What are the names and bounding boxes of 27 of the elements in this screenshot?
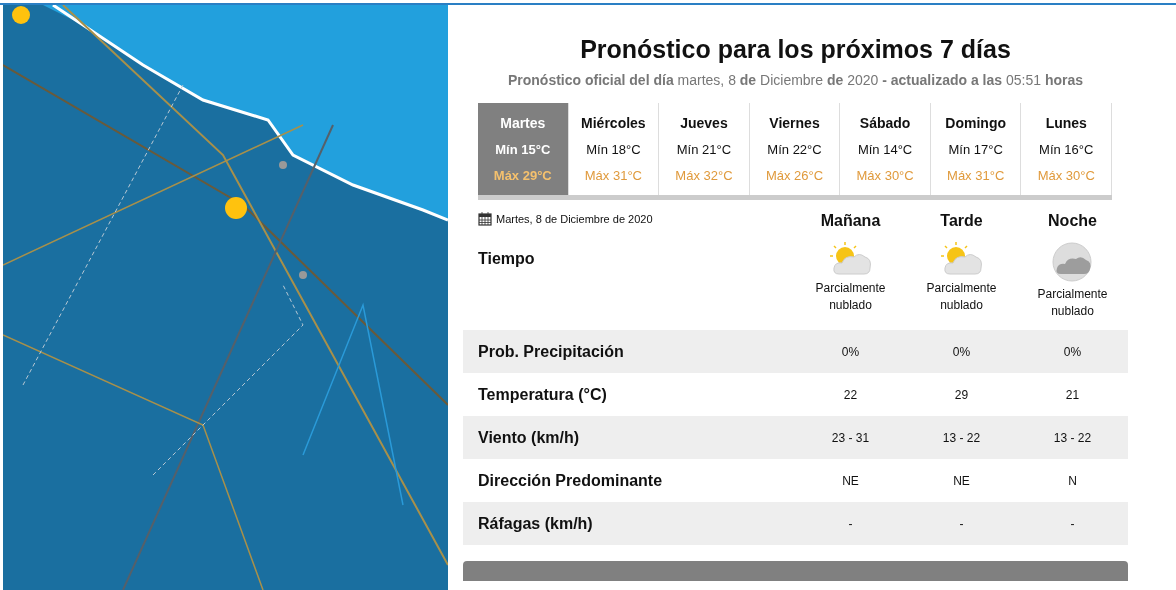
sun-cloud-icon xyxy=(828,242,873,276)
table-cell: - xyxy=(906,502,1017,545)
row-label: Prob. Precipitación xyxy=(463,330,795,373)
table-cell: - xyxy=(795,502,906,545)
table-cell: - xyxy=(1017,502,1128,545)
table-cell: 0% xyxy=(1017,330,1128,373)
period-heading: Noche xyxy=(1048,212,1097,229)
row-label: Ráfagas (km/h) xyxy=(463,502,795,545)
table-cell: 13 - 22 xyxy=(1017,416,1128,459)
day-tab[interactable]: Martes Mín 15°C Máx 29°C xyxy=(478,103,569,195)
moon-cloud-icon xyxy=(1050,242,1095,282)
forecast-subtitle: Pronóstico oficial del día martes, 8 de Diciembre de 2020 - actualizado a las 05:51 horas xyxy=(507,72,1083,88)
table-cell: 0% xyxy=(906,330,1017,373)
forecast-title: Pronóstico para los próximos 7 días xyxy=(580,35,1011,64)
period-heading: Tarde xyxy=(940,212,983,229)
sun-cloud-icon xyxy=(939,242,984,276)
table-cell: 23 - 31 xyxy=(795,416,906,459)
table-cell: 0% xyxy=(795,330,906,373)
row-label: Tiempo xyxy=(478,250,535,267)
forecast-date: Martes, 8 de Diciembre de 2020 xyxy=(496,213,653,225)
row-label: Viento (km/h) xyxy=(463,416,795,459)
calendar-icon xyxy=(478,212,492,226)
table-cell: 13 - 22 xyxy=(906,416,1017,459)
sky-condition: Parcialmente nublado xyxy=(925,280,998,314)
period-heading: Mañana xyxy=(820,212,881,229)
sky-condition: Parcialmente nublado xyxy=(1036,286,1109,320)
sky-condition: Parcialmente nublado xyxy=(814,280,887,314)
